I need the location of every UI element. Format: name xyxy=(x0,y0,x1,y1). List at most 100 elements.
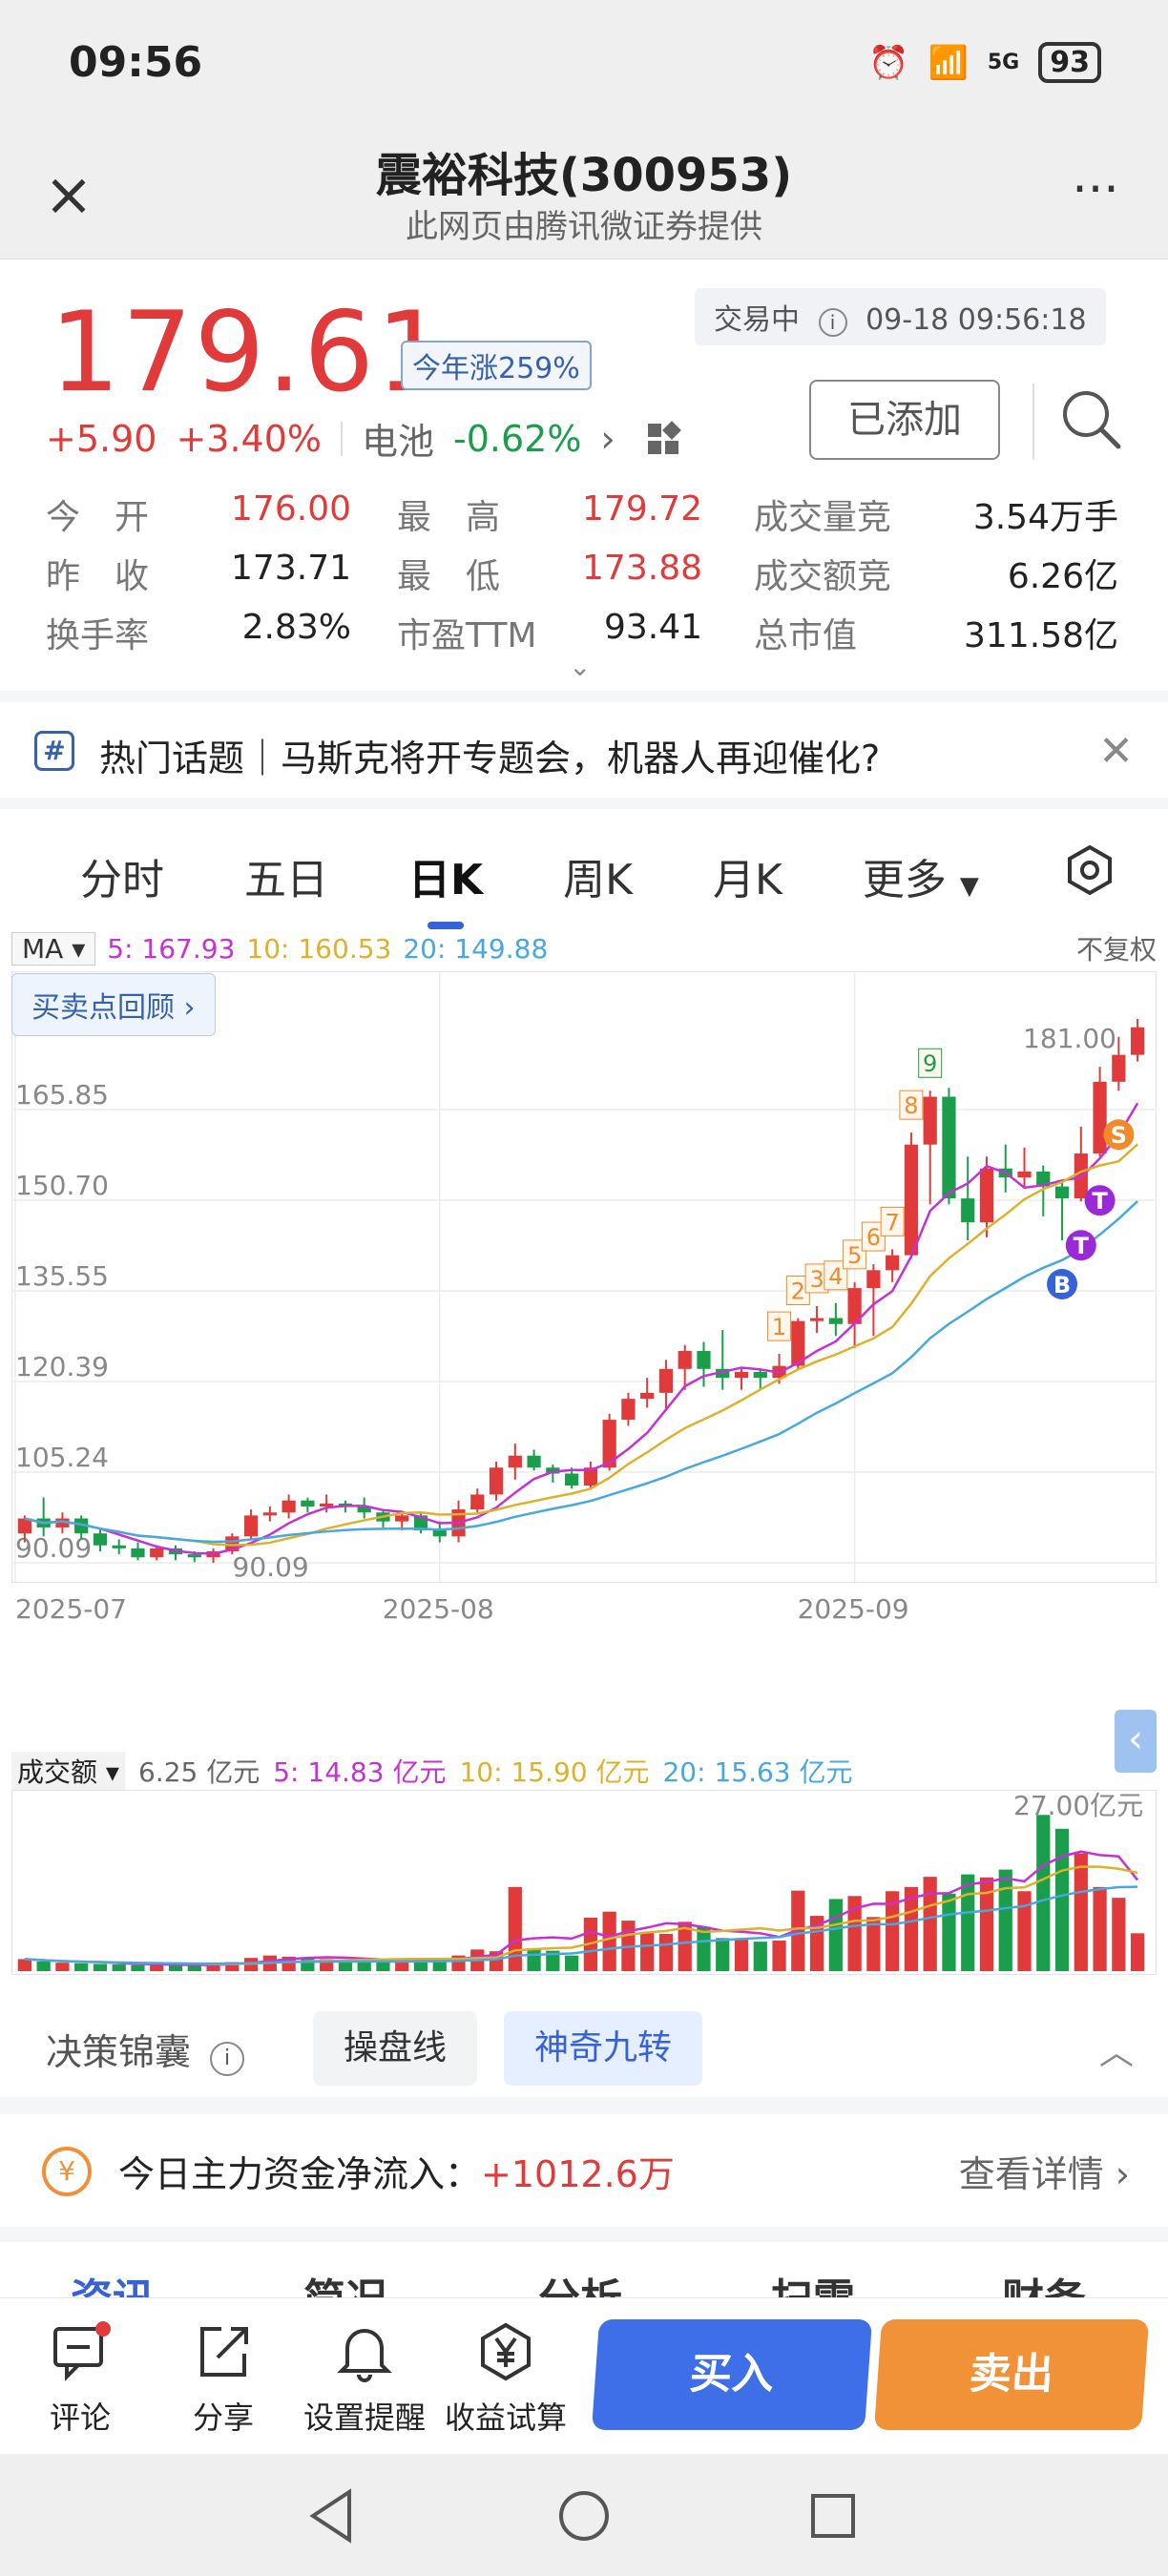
candle-body xyxy=(734,1371,749,1379)
sector-change-pct[interactable]: -0.62% xyxy=(453,418,581,460)
home-icon[interactable] xyxy=(551,2483,617,2549)
volume-select[interactable]: 成交额 ▾ xyxy=(11,1752,125,1790)
chevron-right-icon[interactable]: › xyxy=(600,418,615,460)
volume-ma20: 20: 15.63 亿元 xyxy=(662,1756,853,1788)
quote-value: 3.54万手 xyxy=(972,498,1118,537)
profit-calc-button[interactable]: 收益试算 xyxy=(439,2321,573,2438)
tab-news[interactable]: 资讯 xyxy=(71,2265,155,2299)
volume-bar xyxy=(1131,1933,1145,1971)
share-icon xyxy=(200,2327,248,2377)
chart-panel: 分时 五日 日K 周K 月K 更多 ▼ MA ▾ 5: 167.93 10: 1… xyxy=(0,809,1168,2097)
candle xyxy=(847,1281,862,1348)
volume-chart[interactable]: 27.00亿元 xyxy=(11,1790,1157,1975)
quote-value: 311.58亿 xyxy=(964,616,1118,655)
date-tick-label: 2025-09 xyxy=(798,1593,909,1625)
marker-label: 9 xyxy=(923,1050,937,1077)
more-button[interactable]: ··· xyxy=(1057,156,1134,233)
volume-ma5: 5: 14.83 亿元 xyxy=(273,1756,447,1788)
info-icon[interactable]: i xyxy=(210,2042,245,2076)
volume-bar xyxy=(55,1963,70,1971)
tab-risk[interactable]: 扫雷 xyxy=(771,2265,855,2299)
ma-legend: MA ▾ 5: 167.93 10: 160.53 20: 149.88 xyxy=(11,929,1157,967)
sell-button[interactable]: 卖出 xyxy=(873,2319,1150,2430)
yen-icon: ¥ xyxy=(42,2147,92,2196)
close-icon[interactable]: ✕ xyxy=(1098,727,1134,776)
ma-select[interactable]: MA ▾ xyxy=(11,931,96,966)
magic-nine-button[interactable]: 神奇九转 xyxy=(504,2011,703,2086)
tab-profile[interactable]: 简况 xyxy=(303,2265,387,2299)
quote-label: 今 开 xyxy=(46,498,150,537)
tab-analysis[interactable]: 分析 xyxy=(538,2265,622,2299)
candle xyxy=(131,1542,145,1561)
hot-topic-bar[interactable]: # 热门话题｜马斯克将开专题会，机器人再迎催化? ✕ xyxy=(0,691,1168,798)
marker-label: 7 xyxy=(886,1209,900,1236)
ma10-value: 10: 160.53 xyxy=(246,932,392,965)
quote-cell: 昨 收 173.71 xyxy=(46,549,351,598)
volume-bar xyxy=(508,1886,522,1971)
sector-name[interactable]: 电池 xyxy=(362,412,434,465)
strategy-row: 决策锦囊 i 操盘线 神奇九转 ︿ xyxy=(0,2002,1168,2097)
volume-bar xyxy=(828,1899,843,1971)
fund-flow-bar[interactable]: ¥ 今日主力资金净流入：+1012.6万 查看详情 › xyxy=(0,2114,1168,2227)
change-row: +5.90 +3.40% 电池 -0.62% › xyxy=(46,412,681,465)
kline-chart[interactable]: 165.85 150.70 135.55 120.39 105.24 90.09 2025-… xyxy=(11,971,1157,1744)
marker-label: 6 xyxy=(866,1224,881,1251)
caret-down-icon: ▼ xyxy=(959,872,979,901)
tab-intraday[interactable]: 分时 xyxy=(80,845,164,906)
tab-more[interactable]: 更多 ▼ xyxy=(863,845,979,906)
candle-body xyxy=(470,1494,485,1510)
tab-weekly-k[interactable]: 周K xyxy=(563,845,633,906)
view-detail-link[interactable]: 查看详情 › xyxy=(959,2145,1130,2197)
quote-cell: 成交额竞 6.26亿 xyxy=(754,549,1118,598)
quote-label: 总市值 xyxy=(754,616,858,655)
info-icon[interactable]: i xyxy=(818,308,847,337)
comment-label: 评论 xyxy=(49,2399,111,2436)
chevron-down-icon[interactable]: ⌄ xyxy=(569,651,591,682)
quote-value: 173.71 xyxy=(231,549,351,588)
candle xyxy=(262,1506,277,1522)
candle xyxy=(942,1088,956,1205)
candle xyxy=(489,1461,504,1501)
chart-settings-icon[interactable] xyxy=(1063,843,1116,897)
chart-tabs: 分时 五日 日K 周K 月K 更多 ▼ xyxy=(0,838,1168,929)
fund-flow-label: 今日主力资金净流入： xyxy=(118,2153,482,2195)
trade-review-button[interactable]: 买卖点回顾 › xyxy=(11,973,216,1036)
nine-turn-marker: 8 xyxy=(899,1090,924,1120)
tab-five-day[interactable]: 五日 xyxy=(244,845,328,906)
share-button[interactable]: 分享 xyxy=(156,2321,290,2438)
tab-finance[interactable]: 财务 xyxy=(1002,2265,1086,2299)
candle-body xyxy=(112,1545,126,1548)
marker-label: 3 xyxy=(809,1266,824,1293)
tab-daily-k[interactable]: 日K xyxy=(408,845,483,929)
volume-bar xyxy=(961,1874,975,1971)
ytd-badge[interactable]: 今年涨259% xyxy=(401,341,592,390)
candle xyxy=(112,1539,126,1555)
quote-label: 市盈TTM xyxy=(397,616,537,655)
chevron-up-icon[interactable]: ︿ xyxy=(1099,2025,1134,2074)
marker-label: 5 xyxy=(847,1242,862,1269)
low-label: 90.09 xyxy=(233,1551,309,1583)
buy-button[interactable]: 买入 xyxy=(591,2319,873,2430)
tab-monthly-k[interactable]: 月K xyxy=(713,845,782,906)
hot-topic-text[interactable]: 热门话题｜马斯克将开专题会，机器人再迎催化? xyxy=(99,729,880,781)
candle-body xyxy=(979,1168,994,1223)
strategy-line-button[interactable]: 操盘线 xyxy=(313,2011,478,2086)
candle-body xyxy=(243,1515,259,1537)
added-watchlist-button[interactable]: 已添加 xyxy=(809,380,1000,460)
recents-icon[interactable] xyxy=(800,2483,866,2549)
status-icons: ⏰ 📶 5G 93 xyxy=(868,42,1101,83)
current-price: 179.61 xyxy=(50,288,448,417)
grid-icon[interactable] xyxy=(647,420,681,454)
candle xyxy=(36,1497,51,1537)
set-alert-button[interactable]: 设置提醒 xyxy=(298,2321,431,2438)
comment-button[interactable]: 评论 xyxy=(13,2321,147,2438)
trade-status-text: 交易中 xyxy=(714,303,800,337)
volume-bar xyxy=(527,1948,541,1971)
price-tick-label: 135.55 xyxy=(15,1260,109,1292)
search-icon[interactable] xyxy=(1055,384,1128,456)
quote-row: 昨 收 173.71 最 低 173.88 成交额竞 6.26亿 xyxy=(46,544,1124,603)
adjust-mode[interactable]: 不复权 xyxy=(1076,929,1157,967)
back-icon[interactable] xyxy=(300,2483,366,2549)
fund-flow-value: +1012.6万 xyxy=(481,2153,675,2195)
ma5-line xyxy=(24,1102,1139,1555)
